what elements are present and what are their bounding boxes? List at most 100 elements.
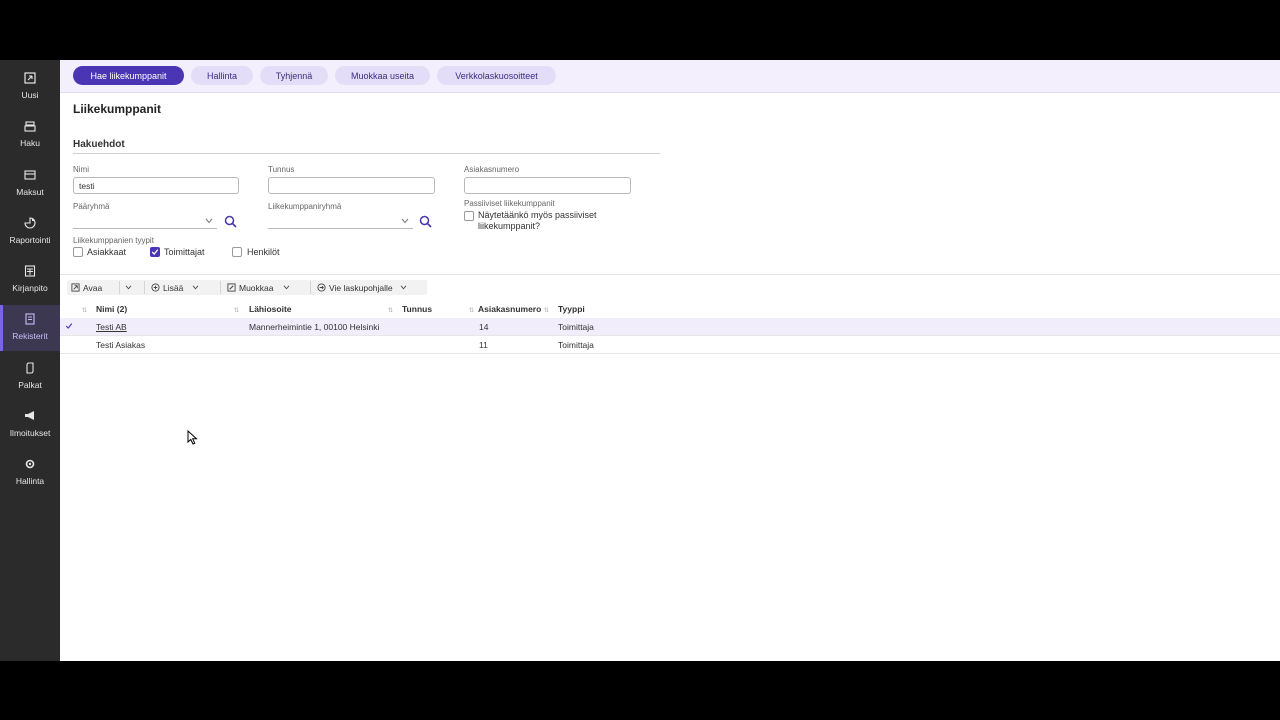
sidebar-item-kirjanpito[interactable]: Kirjanpito <box>0 257 60 303</box>
sidebar-item-label: Palkat <box>18 380 42 390</box>
show-passive-checkbox-label: Näytetäänkö myös passiiviset liikekumppa… <box>478 210 597 231</box>
show-passive-checkbox[interactable] <box>464 211 474 221</box>
sidebar-item-label: Ilmoitukset <box>9 428 51 438</box>
customer-number-label: Asiakasnumero <box>464 165 520 174</box>
megaphone-icon <box>25 411 34 420</box>
partner-name-link[interactable]: Testi Asiakas <box>96 340 145 350</box>
sort-icon[interactable]: ⇅ <box>469 307 474 314</box>
row-selected-check-icon <box>65 323 73 329</box>
edit-icon <box>227 283 236 292</box>
payments-icon <box>24 170 36 180</box>
open-button-label: Avaa <box>83 282 103 293</box>
edit-multiple-button[interactable]: Muokkaa useita <box>335 66 430 85</box>
open-external-icon <box>71 283 80 292</box>
sidebar-item-hallinta[interactable]: Hallinta <box>0 450 60 496</box>
sort-icon[interactable]: ⇅ <box>234 307 239 314</box>
e-invoice-addresses-button[interactable]: Verkkolaskuosoitteet <box>437 66 556 85</box>
chevron-down-icon <box>401 218 409 224</box>
suppliers-checkbox[interactable] <box>150 247 160 257</box>
section-title: Hakuehdot <box>73 139 125 150</box>
code-input[interactable] <box>268 177 435 194</box>
salary-icon <box>26 362 34 374</box>
column-header-code[interactable]: Tunnus <box>402 304 432 314</box>
export-to-invoice-label: Vie laskupohjalle <box>329 282 393 293</box>
column-header-name[interactable]: Nimi (2) <box>96 304 127 314</box>
customer-number-input[interactable] <box>464 177 631 194</box>
export-circle-icon <box>317 283 326 292</box>
type-cell: Toimittaja <box>558 340 594 350</box>
address-cell: Mannerheimintie 1, 00100 Helsinki <box>249 322 380 332</box>
customer-number-cell: 11 <box>479 340 488 350</box>
sidebar-item-label: Maksut <box>16 187 44 197</box>
sidebar-item-label: Haku <box>20 138 40 148</box>
customer-number-cell: 14 <box>479 322 489 332</box>
passive-partners-label: Passiiviset liikekumppanit <box>464 199 555 208</box>
management-button[interactable]: Hallinta <box>191 66 253 85</box>
persons-checkbox[interactable] <box>232 247 242 257</box>
sidebar-item-palkat[interactable]: Palkat <box>0 354 60 400</box>
add-button-label: Lisää <box>163 282 184 293</box>
clear-button[interactable]: Tyhjennä <box>260 66 328 85</box>
toolbar-separator <box>144 281 145 294</box>
report-chart-icon <box>24 217 36 229</box>
customers-checkbox-label: Asiakkaat <box>87 247 127 257</box>
open-button[interactable]: Avaa <box>71 280 102 295</box>
sort-icon[interactable]: ⇅ <box>82 307 87 314</box>
sidebar-item-rekisterit[interactable]: Rekisterit <box>0 305 60 351</box>
sidebar-item-label: Raportointi <box>9 235 51 245</box>
gear-icon <box>25 459 35 469</box>
customers-checkbox[interactable] <box>73 247 83 257</box>
search-icon[interactable] <box>419 215 432 228</box>
sort-icon[interactable]: ⇅ <box>544 307 549 314</box>
sidebar-item-uusi[interactable]: Uusi <box>0 64 60 110</box>
calculator-icon <box>24 265 36 277</box>
app-window: Uusi Haku Maksut Raportointi Kirjanpito … <box>0 60 1280 661</box>
name-input[interactable]: testi <box>73 177 239 194</box>
sidebar: Uusi Haku Maksut Raportointi Kirjanpito … <box>0 60 60 661</box>
add-button[interactable]: Lisää <box>151 280 199 295</box>
search-icon[interactable] <box>224 215 237 228</box>
plus-circle-icon <box>151 283 160 292</box>
chevron-down-icon <box>205 218 213 224</box>
column-header-type[interactable]: Tyyppi <box>558 304 585 314</box>
sidebar-item-label: Uusi <box>21 90 39 100</box>
checkmark-icon <box>151 249 159 255</box>
main-content: Hae liikekumppanit Hallinta Tyhjennä Muo… <box>60 60 1280 661</box>
grid-toolbar: Avaa Lisää Muokkaa Vie laskupohjalle <box>67 280 427 295</box>
chevron-down-icon <box>193 285 199 290</box>
table-row[interactable]: Testi Asiakas 11 Toimittaja <box>60 336 1280 353</box>
suppliers-checkbox-label: Toimittajat <box>164 247 205 257</box>
partner-group-select[interactable] <box>268 215 413 229</box>
sidebar-item-ilmoitukset[interactable]: Ilmoitukset <box>0 402 60 448</box>
partner-name-link[interactable]: Testi AB <box>96 322 127 332</box>
open-dropdown-button[interactable] <box>125 280 132 295</box>
edit-button[interactable]: Muokkaa <box>227 280 290 295</box>
sidebar-item-maksut[interactable]: Maksut <box>0 161 60 207</box>
sidebar-item-label: Hallinta <box>15 476 45 486</box>
column-header-address[interactable]: Lähiosoite <box>249 304 292 314</box>
sidebar-item-haku[interactable]: Haku <box>0 112 60 158</box>
main-group-select[interactable] <box>73 215 217 229</box>
page-title: Liikekumppanit <box>73 102 162 116</box>
toolbar-separator <box>119 281 120 294</box>
sidebar-item-raportointi[interactable]: Raportointi <box>0 209 60 255</box>
sidebar-item-label: Rekisterit <box>12 331 48 341</box>
export-to-invoice-button[interactable]: Vie laskupohjalle <box>317 280 407 295</box>
chevron-down-icon <box>400 285 406 290</box>
sidebar-item-label: Kirjanpito <box>12 283 48 293</box>
column-header-customer-number[interactable]: Asiakasnumero <box>478 304 541 314</box>
new-document-icon <box>24 72 36 84</box>
table-row[interactable]: Testi AB Mannerheimintie 1, 00100 Helsin… <box>60 318 1280 335</box>
partner-group-label: Liikekumppaniryhmä <box>268 202 342 211</box>
action-bar: Hae liikekumppanit Hallinta Tyhjennä Muo… <box>60 60 1280 93</box>
search-partners-button[interactable]: Hae liikekumppanit <box>73 66 184 85</box>
chevron-down-icon <box>125 285 132 290</box>
form-divider <box>60 274 1280 275</box>
edit-button-label: Muokkaa <box>239 282 274 293</box>
sort-icon[interactable]: ⇅ <box>388 307 393 314</box>
toolbar-separator <box>220 281 221 294</box>
section-divider <box>73 153 660 154</box>
partner-types-label: Liikekumppanien tyypit <box>73 236 154 245</box>
code-label: Tunnus <box>268 165 295 174</box>
persons-checkbox-label: Henkilöt <box>247 247 280 257</box>
